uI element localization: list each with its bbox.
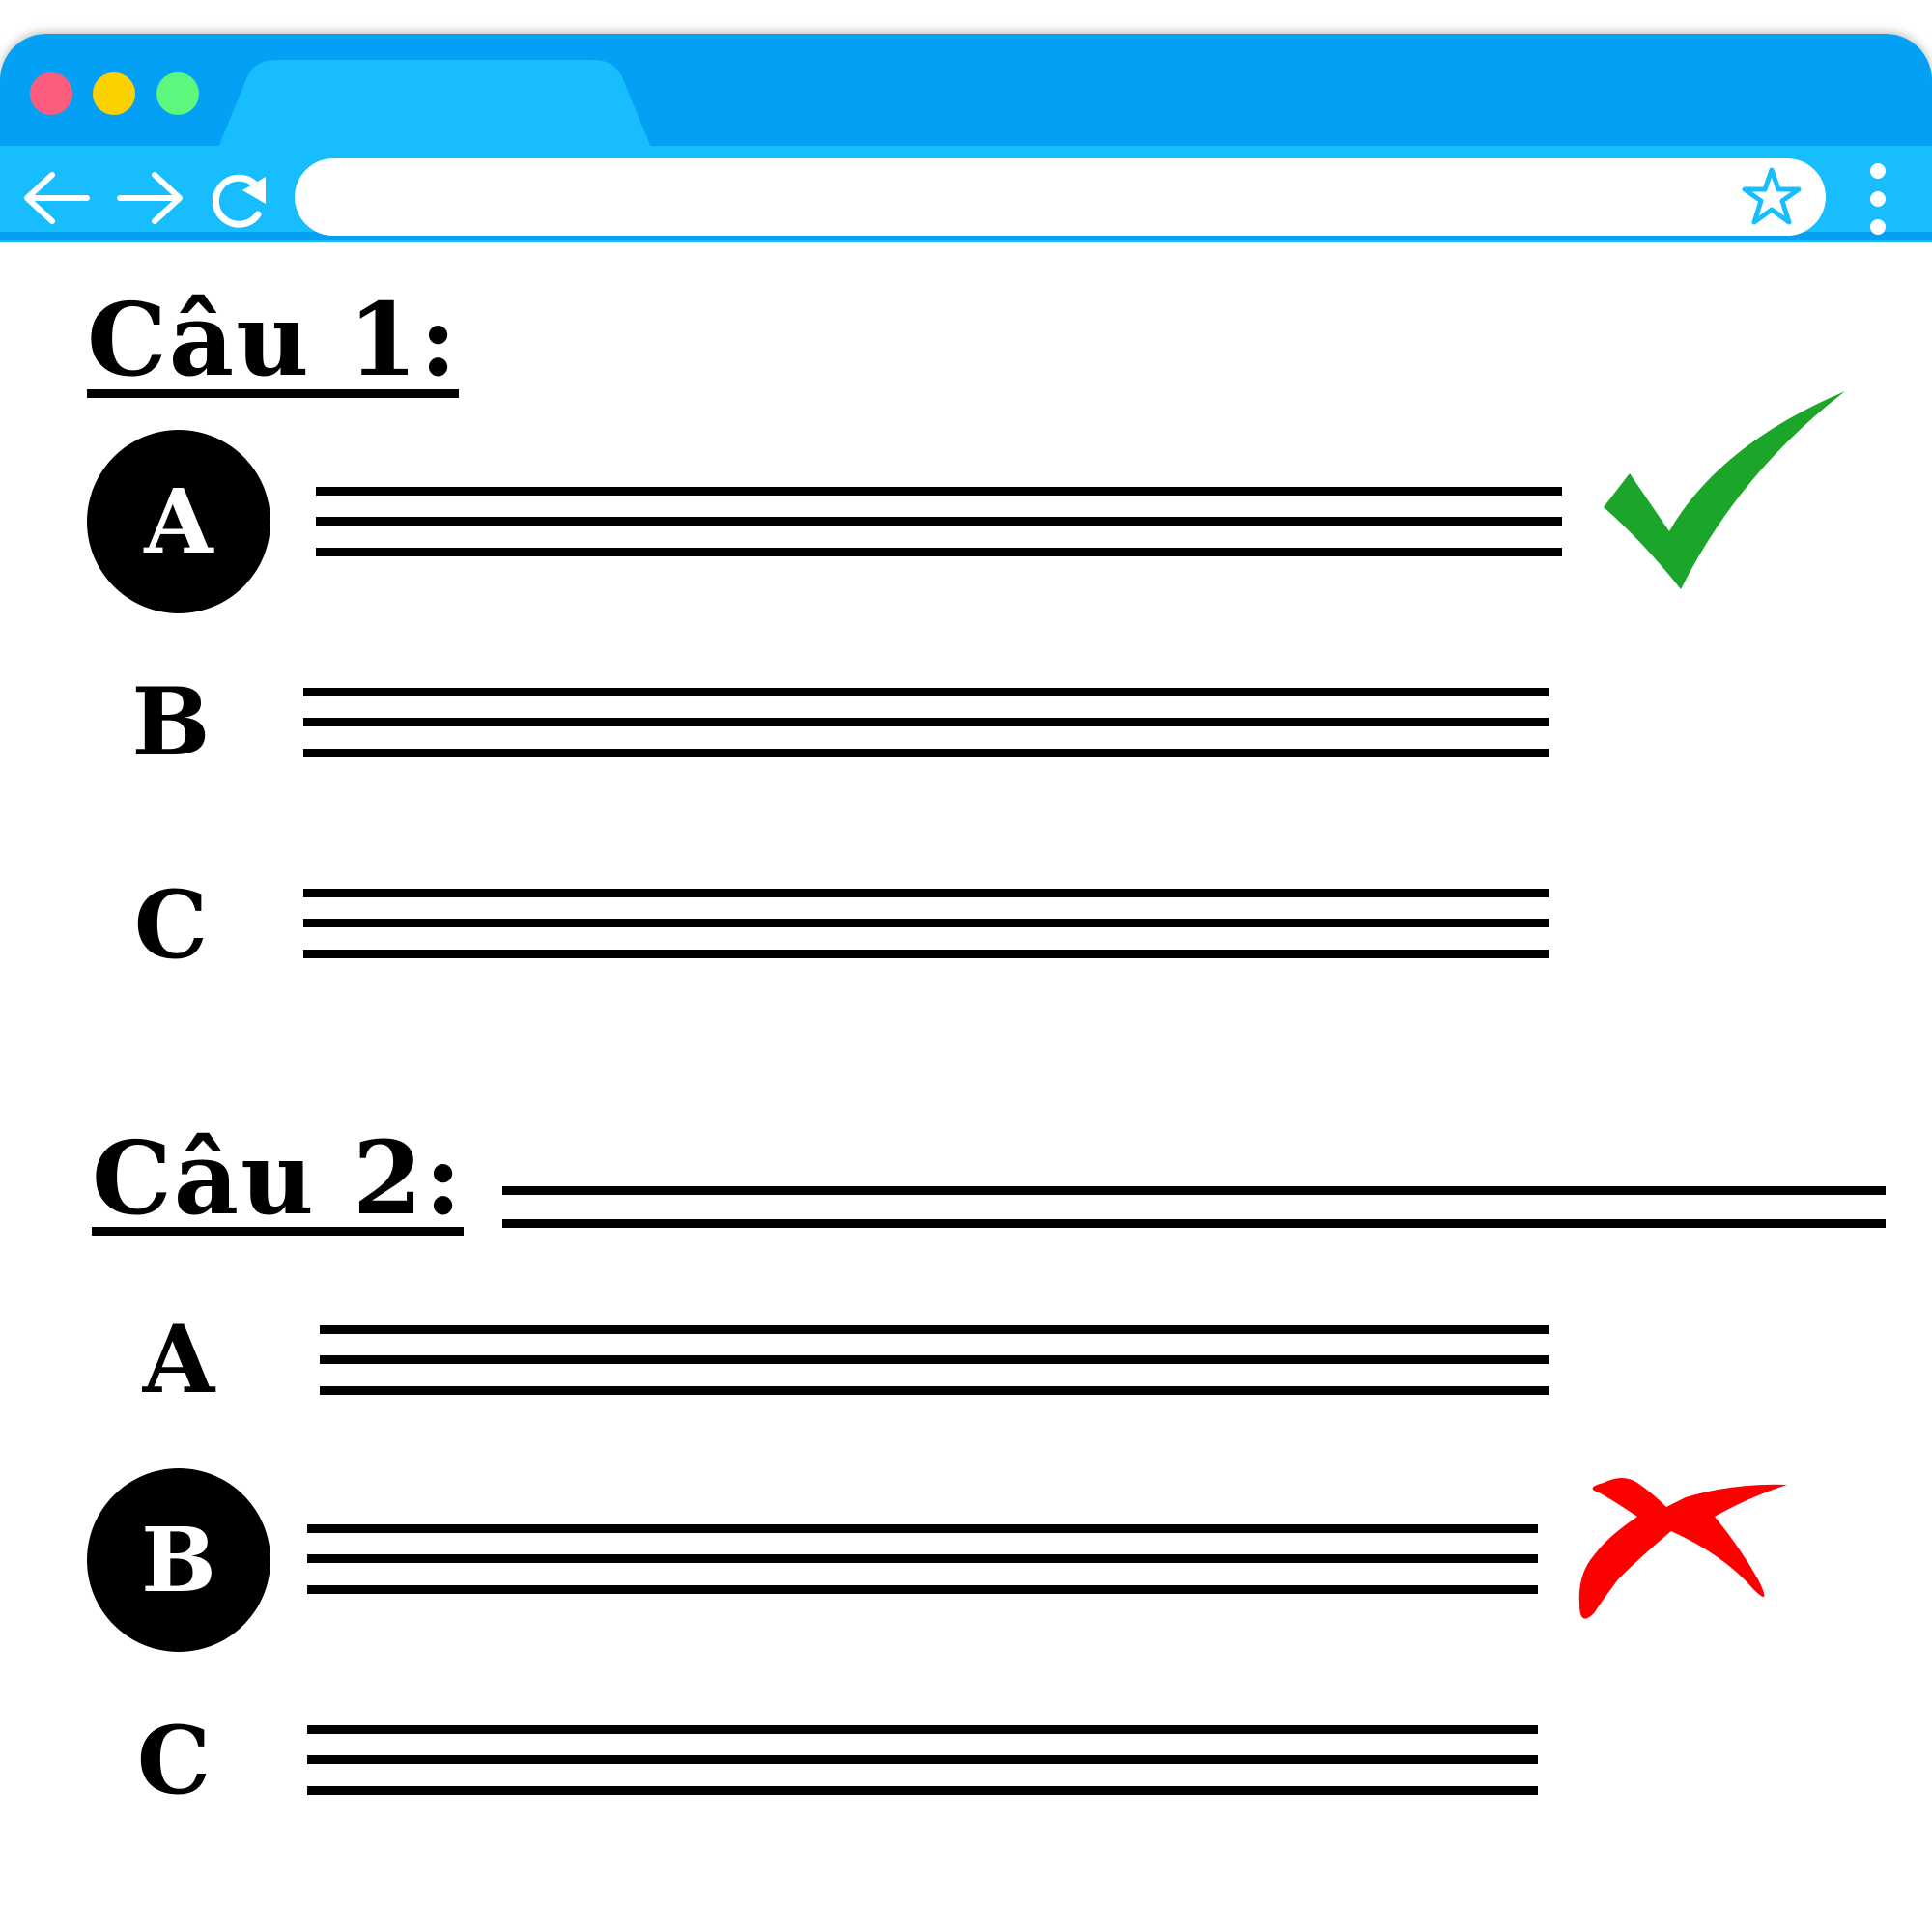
checkmark-icon bbox=[1604, 391, 1845, 589]
q1-option-c-text-line bbox=[303, 919, 1549, 927]
q1-option-b-text-line bbox=[303, 718, 1549, 726]
q2-option-a-letter[interactable]: A bbox=[126, 1314, 232, 1406]
q2-option-b-letter: B bbox=[141, 1508, 216, 1612]
q1-option-a-text-line bbox=[316, 487, 1562, 496]
browser-tab[interactable] bbox=[217, 58, 652, 150]
q1-option-a-text-line bbox=[316, 548, 1562, 556]
arrow-right-icon[interactable] bbox=[114, 169, 185, 227]
q2-option-a-text-line bbox=[320, 1325, 1549, 1334]
question-2-title-underline bbox=[92, 1227, 464, 1236]
q2-option-a-text-line bbox=[320, 1386, 1549, 1395]
q1-option-c-text-line bbox=[303, 889, 1549, 897]
minimize-window-button[interactable] bbox=[93, 72, 135, 115]
question-2-text-line bbox=[502, 1219, 1886, 1228]
close-window-button[interactable] bbox=[30, 72, 72, 115]
q2-option-b-text-line bbox=[307, 1585, 1538, 1594]
reload-icon[interactable] bbox=[208, 169, 271, 233]
q2-option-c-text-line bbox=[307, 1725, 1538, 1734]
q2-option-b-text-line bbox=[307, 1554, 1538, 1563]
cross-icon bbox=[1578, 1478, 1787, 1619]
q1-option-b-letter[interactable]: B bbox=[118, 676, 224, 769]
q1-option-c-letter[interactable]: C bbox=[118, 879, 224, 972]
q2-option-c-text-line bbox=[307, 1755, 1538, 1764]
q1-option-b-text-line bbox=[303, 688, 1549, 696]
q2-option-b-text-line bbox=[307, 1524, 1538, 1533]
q1-option-a-selected[interactable]: A bbox=[87, 430, 270, 613]
question-2-title: Câu 2: bbox=[92, 1119, 464, 1237]
address-bar[interactable] bbox=[295, 158, 1826, 236]
q1-option-a-letter: A bbox=[144, 469, 213, 574]
question-1-title: Câu 1: bbox=[87, 280, 459, 399]
q2-option-b-selected[interactable]: B bbox=[87, 1468, 270, 1652]
q1-option-a-text-line bbox=[316, 517, 1562, 526]
q2-option-c-letter[interactable]: C bbox=[121, 1715, 227, 1807]
question-1-title-underline bbox=[87, 389, 459, 398]
q1-option-c-text-line bbox=[303, 950, 1549, 958]
q2-option-c-text-line bbox=[307, 1786, 1538, 1795]
maximize-window-button[interactable] bbox=[156, 72, 199, 115]
kebab-menu-icon[interactable] bbox=[1866, 159, 1889, 239]
question-2-text-line bbox=[502, 1186, 1886, 1195]
star-icon[interactable] bbox=[1739, 164, 1804, 230]
arrow-left-icon[interactable] bbox=[21, 169, 93, 227]
q2-option-a-text-line bbox=[320, 1355, 1549, 1364]
q1-option-b-text-line bbox=[303, 749, 1549, 757]
